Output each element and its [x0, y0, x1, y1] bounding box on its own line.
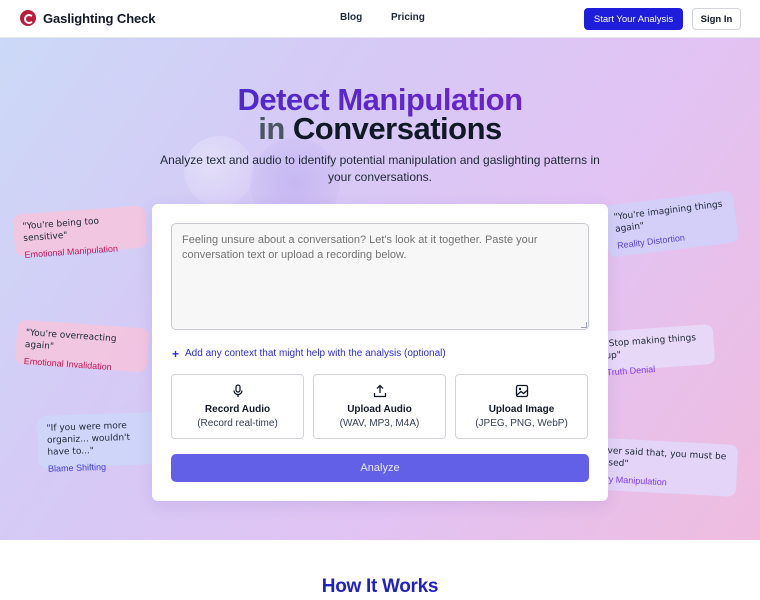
example-label: Blame Shifting [47, 461, 107, 474]
example-label: Emotional Invalidation [23, 355, 113, 373]
analyze-button[interactable]: Analyze [171, 454, 589, 482]
option-subtitle: (Record real-time) [197, 418, 278, 429]
hero-title-line2: in Conversations [0, 111, 760, 147]
example-card-blame-shifting: "If you were more organiz... wouldn't ha… [37, 411, 161, 474]
option-title: Upload Image [488, 404, 555, 415]
example-card-emotional-invalidation: "You're overreacting again" Emotional In… [14, 319, 150, 373]
add-context-label: Add any context that might help with the… [185, 348, 446, 359]
option-title: Record Audio [204, 404, 271, 415]
sign-in-button[interactable]: Sign In [692, 8, 741, 30]
example-quote: "Stop making things up" [604, 333, 697, 362]
example-label: Truth Denial [606, 364, 656, 378]
plus-icon: + [172, 346, 180, 361]
example-quote: "...ver said that, you must be ...used" [593, 445, 727, 470]
example-quote: "You're being too sensitive" [22, 216, 100, 244]
top-nav-bar: Gaslighting Check Blog Pricing Start You… [0, 0, 760, 38]
example-card-truth-denial: "Stop making things up" Truth Denial [594, 323, 716, 377]
conversation-text-input[interactable] [171, 223, 589, 330]
example-label: Emotional Manipulation [24, 243, 119, 260]
resize-handle[interactable] [581, 322, 587, 328]
upload-audio-button[interactable]: Upload Audio (WAV, MP3, M4A) [313, 374, 446, 439]
option-subtitle: (WAV, MP3, M4A) [339, 418, 420, 429]
hero-section: Detect Manipulation in Conversations Ana… [0, 38, 760, 540]
example-quote: "If you were more organiz... wouldn't ha… [46, 421, 131, 458]
hero-title-in: in [258, 111, 285, 146]
image-icon [515, 384, 529, 398]
add-context-link[interactable]: + Add any context that might help with t… [172, 346, 446, 361]
nav-link-pricing[interactable]: Pricing [391, 12, 425, 23]
brand-name: Gaslighting Check [43, 10, 156, 26]
how-it-works-heading: How It Works [321, 576, 439, 597]
example-label: ...ory Manipulation [593, 473, 668, 488]
brand-logo[interactable]: Gaslighting Check [20, 10, 156, 26]
hero-subtitle: Analyze text and audio to identify poten… [160, 153, 600, 184]
analysis-form-card: + Add any context that might help with t… [152, 204, 608, 501]
upload-icon [373, 384, 387, 398]
hero-title-conversations: Conversations [292, 111, 502, 146]
microphone-icon [233, 384, 243, 397]
record-audio-button[interactable]: Record Audio (Record real-time) [171, 374, 304, 439]
example-quote: "You're overreacting again" [24, 328, 117, 353]
option-subtitle: (JPEG, PNG, WebP) [475, 418, 568, 429]
nav-link-blog[interactable]: Blog [340, 12, 362, 23]
example-card-reality-distortion: "You're imagining things again" Reality … [603, 190, 739, 258]
example-card-emotional-manipulation: "You're being too sensitive" Emotional M… [12, 205, 148, 260]
logo-icon [20, 10, 36, 26]
upload-image-button[interactable]: Upload Image (JPEG, PNG, WebP) [455, 374, 588, 439]
start-analysis-button[interactable]: Start Your Analysis [584, 8, 683, 30]
option-title: Upload Audio [347, 404, 412, 415]
